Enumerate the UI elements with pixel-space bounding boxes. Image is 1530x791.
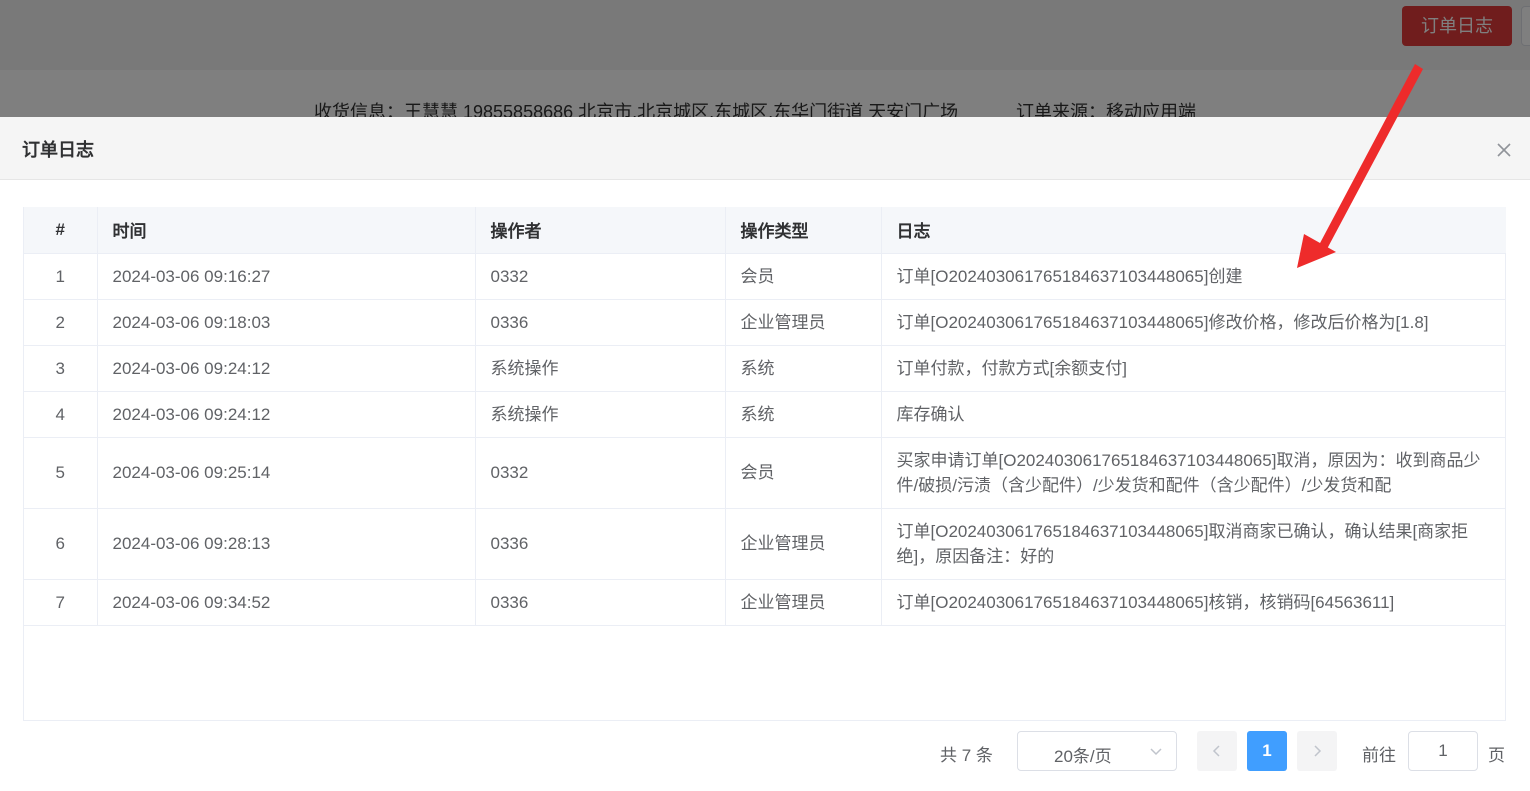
row-type: 系统 [725,391,882,438]
table-row: 5 2024-03-06 09:25:14 0332 会员 买家申请订单[O20… [24,437,1506,509]
row-index: 2 [24,299,98,346]
row-operator: 0336 [475,579,726,626]
table-row: 2 2024-03-06 09:18:03 0336 企业管理员 订单[O202… [24,299,1506,346]
table-row: 1 2024-03-06 09:16:27 0332 会员 订单[O202403… [24,253,1506,300]
row-time: 2024-03-06 09:34:52 [97,579,476,626]
table-row: 6 2024-03-06 09:28:13 0336 企业管理员 订单[O202… [24,508,1506,580]
header-log: 日志 [881,207,1506,254]
goto-label: 前往 [1362,746,1396,765]
row-log: 订单付款，付款方式[余额支付] [881,345,1506,392]
row-type: 系统 [725,345,882,392]
row-index: 7 [24,579,98,626]
table-row: 3 2024-03-06 09:24:12 系统操作 系统 订单付款，付款方式[… [24,345,1506,392]
row-log: 订单[O202403061765184637103448065]创建 [881,253,1506,300]
row-log: 订单[O202403061765184637103448065]核销，核销码[6… [881,579,1506,626]
page-size-value: 20条/页 [1054,747,1112,766]
row-type: 企业管理员 [725,299,882,346]
dialog-title: 订单日志 [22,140,94,160]
row-type: 会员 [725,437,882,509]
row-type: 企业管理员 [725,508,882,580]
next-page-button[interactable] [1297,731,1337,771]
row-index: 3 [24,345,98,392]
row-index: 5 [24,437,98,509]
order-log-table: # 时间 操作者 操作类型 日志 1 2024-03-06 09:16:27 0… [23,207,1506,721]
row-type: 企业管理员 [725,579,882,626]
chevron-left-icon [1212,745,1220,757]
dialog-header: 订单日志 [0,117,1530,180]
row-operator: 0336 [475,299,726,346]
chevron-right-icon [1314,745,1322,757]
goto-suffix: 页 [1488,746,1505,765]
goto-page-input[interactable] [1408,731,1478,771]
row-operator: 0332 [475,437,726,509]
row-operator: 0332 [475,253,726,300]
table-header-row: # 时间 操作者 操作类型 日志 [24,207,1506,254]
row-time: 2024-03-06 09:18:03 [97,299,476,346]
page-size-select[interactable]: 20条/页 [1017,731,1177,771]
close-icon[interactable] [1493,139,1515,161]
row-index: 1 [24,253,98,300]
prev-page-button[interactable] [1197,731,1237,771]
row-log: 库存确认 [881,391,1506,438]
header-index: # [24,207,98,254]
chevron-down-icon [1148,744,1164,760]
row-operator: 系统操作 [475,345,726,392]
row-log: 订单[O202403061765184637103448065]取消商家已确认，… [881,508,1506,580]
row-type: 会员 [725,253,882,300]
table-row: 4 2024-03-06 09:24:12 系统操作 系统 库存确认 [24,391,1506,438]
header-time: 时间 [97,207,476,254]
row-time: 2024-03-06 09:16:27 [97,253,476,300]
row-index: 6 [24,508,98,580]
row-time: 2024-03-06 09:25:14 [97,437,476,509]
table-row: 7 2024-03-06 09:34:52 0336 企业管理员 订单[O202… [24,579,1506,626]
row-time: 2024-03-06 09:24:12 [97,345,476,392]
row-log: 订单[O202403061765184637103448065]修改价格，修改后… [881,299,1506,346]
header-operator: 操作者 [475,207,726,254]
header-operation-type: 操作类型 [725,207,882,254]
row-log: 买家申请订单[O202403061765184637103448065]取消，原… [881,437,1506,509]
row-operator: 0336 [475,508,726,580]
row-time: 2024-03-06 09:28:13 [97,508,476,580]
row-time: 2024-03-06 09:24:12 [97,391,476,438]
order-log-dialog: 订单日志 # 时间 操作者 操作类型 日志 1 2024-03-06 09:16… [0,117,1530,791]
row-index: 4 [24,391,98,438]
row-operator: 系统操作 [475,391,726,438]
page-number-current[interactable]: 1 [1247,731,1287,771]
pagination-total: 共 7 条 [940,746,993,765]
